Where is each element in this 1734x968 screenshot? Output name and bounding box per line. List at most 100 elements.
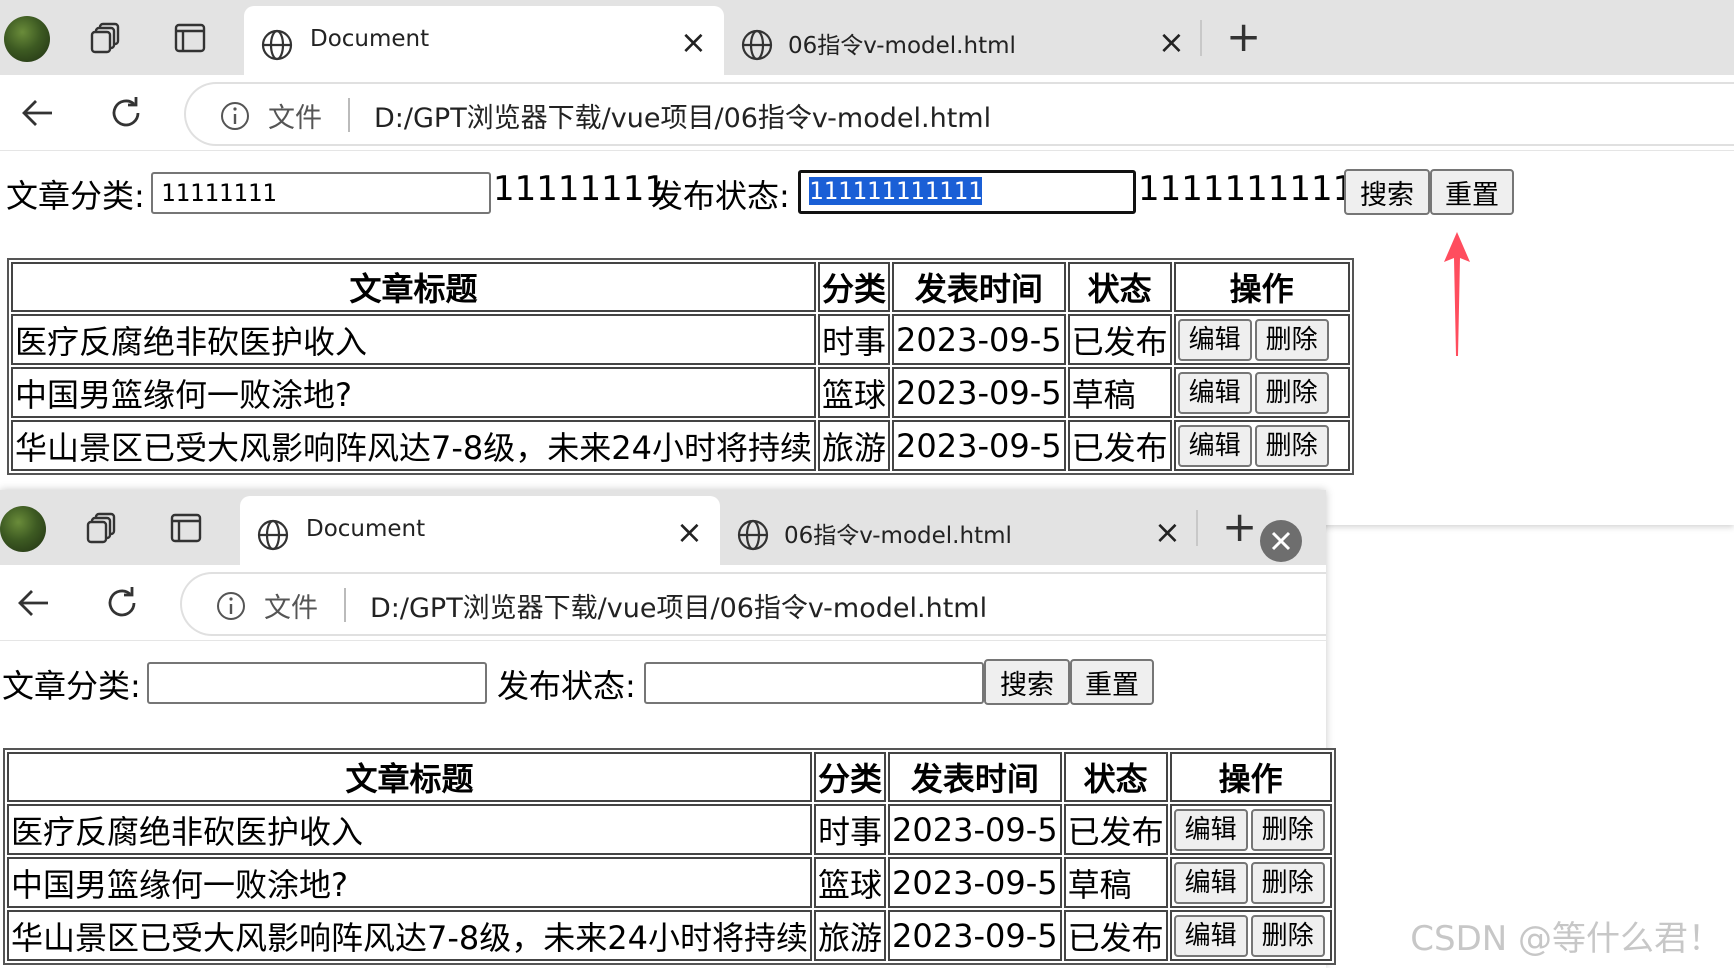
- tab-v-model[interactable]: 06指令v-model.html ×: [724, 6, 1194, 75]
- articles-table: 文章标题 分类 发表时间 状态 操作 医疗反腐绝非砍医护收入 时事 2023-0…: [3, 748, 1336, 965]
- table-header-row: 文章标题 分类 发表时间 状态 操作: [7, 752, 1332, 802]
- refresh-icon[interactable]: [106, 93, 146, 133]
- tab-title: Document: [310, 26, 430, 52]
- category-label: 文章分类:: [6, 177, 145, 215]
- status-label: 发布状态:: [651, 177, 790, 215]
- cell-status: 已发布: [1063, 910, 1168, 961]
- cell-time: 2023-09-5: [888, 804, 1062, 855]
- page-content: 文章分类: 11111111 发布状态: 111111111111 111111…: [0, 151, 1734, 525]
- file-label: 文件: [264, 593, 318, 624]
- back-arrow-icon[interactable]: [14, 583, 54, 623]
- tab-title: Document: [306, 516, 426, 542]
- edit-button[interactable]: 编辑: [1177, 319, 1252, 361]
- column-header-status: 状态: [1063, 752, 1168, 802]
- reset-button[interactable]: 重置: [1070, 659, 1154, 705]
- articles-table: 文章标题 分类 发表时间 状态 操作 医疗反腐绝非砍医护收入 时事 2023-0…: [7, 258, 1354, 475]
- address-separator: [348, 98, 350, 132]
- info-icon[interactable]: [215, 590, 247, 622]
- reset-button[interactable]: 重置: [1430, 169, 1514, 215]
- column-header-status: 状态: [1067, 262, 1172, 312]
- browser-window-bottom: Document × 06指令v-model.html × + 文件 D:/GP…: [0, 490, 1336, 968]
- cell-time: 2023-09-5: [892, 367, 1066, 418]
- vertical-tabs-icon[interactable]: [168, 510, 204, 546]
- cell-time: 2023-09-5: [888, 857, 1062, 908]
- cell-title: 医疗反腐绝非砍医护收入: [11, 314, 816, 365]
- url-text: D:/GPT浏览器下载/vue项目/06指令v-model.html: [374, 103, 992, 134]
- cell-time: 2023-09-5: [892, 420, 1066, 471]
- delete-button[interactable]: 删除: [1254, 425, 1329, 467]
- edit-button[interactable]: 编辑: [1173, 862, 1248, 904]
- globe-icon: [257, 519, 289, 551]
- status-label: 发布状态:: [497, 667, 636, 705]
- cell-category: 旅游: [814, 910, 887, 961]
- page-content: 文章分类: 发布状态: 搜索 重置 文章标题 分类 发表时间 状态 操作 医疗反…: [0, 641, 1336, 968]
- workspaces-icon[interactable]: [84, 510, 120, 546]
- column-header-actions: 操作: [1173, 262, 1350, 312]
- delete-button[interactable]: 删除: [1254, 319, 1329, 361]
- cell-title: 中国男篮缘何一败涂地?: [11, 367, 816, 418]
- address-bar[interactable]: 文件 D:/GPT浏览器下载/vue项目/06指令v-model.html: [180, 572, 1326, 636]
- column-header-title: 文章标题: [7, 752, 812, 802]
- screenshot-close-icon[interactable]: [1260, 520, 1302, 562]
- cell-title: 中国男篮缘何一败涂地?: [7, 857, 812, 908]
- column-header-category: 分类: [814, 752, 887, 802]
- vertical-tabs-icon[interactable]: [172, 20, 208, 56]
- globe-icon: [741, 29, 773, 61]
- new-tab-icon[interactable]: +: [1222, 506, 1257, 548]
- delete-button[interactable]: 删除: [1250, 915, 1325, 957]
- edit-button[interactable]: 编辑: [1177, 425, 1252, 467]
- cell-actions: 编辑 删除: [1169, 857, 1332, 908]
- status-input[interactable]: [644, 662, 984, 704]
- table-row: 华山景区已受大风影响阵风达7-8级，未来24小时将持续 旅游 2023-09-5…: [7, 910, 1332, 961]
- tab-document[interactable]: Document ×: [240, 496, 720, 565]
- table-row: 医疗反腐绝非砍医护收入 时事 2023-09-5 已发布 编辑 删除: [11, 314, 1350, 365]
- profile-avatar[interactable]: [4, 16, 50, 62]
- cell-actions: 编辑 删除: [1173, 314, 1350, 365]
- tab-title: 06指令v-model.html: [788, 33, 1016, 59]
- close-tab-icon[interactable]: ×: [1154, 514, 1181, 550]
- delete-button[interactable]: 删除: [1254, 372, 1329, 414]
- profile-avatar[interactable]: [0, 506, 46, 552]
- cell-status: 已发布: [1067, 420, 1172, 471]
- search-button[interactable]: 搜索: [984, 659, 1070, 705]
- tab-title: 06指令v-model.html: [784, 523, 1012, 549]
- tab-document[interactable]: Document ×: [244, 6, 724, 75]
- table-row: 中国男篮缘何一败涂地? 篮球 2023-09-5 草稿 编辑 删除: [7, 857, 1332, 908]
- back-arrow-icon[interactable]: [18, 93, 58, 133]
- close-tab-icon[interactable]: ×: [1158, 24, 1185, 60]
- tab-bar: Document × 06指令v-model.html × +: [0, 0, 1734, 75]
- url-text: D:/GPT浏览器下载/vue项目/06指令v-model.html: [370, 593, 988, 624]
- category-input[interactable]: [147, 662, 487, 704]
- category-mirror-text: 11111111: [493, 169, 667, 209]
- column-header-actions: 操作: [1169, 752, 1332, 802]
- tab-v-model[interactable]: 06指令v-model.html ×: [720, 496, 1190, 565]
- edit-button[interactable]: 编辑: [1173, 809, 1248, 851]
- tab-separator: [1196, 510, 1198, 546]
- cell-actions: 编辑 删除: [1173, 367, 1350, 418]
- cell-category: 时事: [814, 804, 887, 855]
- close-tab-icon[interactable]: ×: [676, 514, 703, 550]
- close-tab-icon[interactable]: ×: [680, 24, 707, 60]
- delete-button[interactable]: 删除: [1250, 862, 1325, 904]
- cell-actions: 编辑 删除: [1169, 804, 1332, 855]
- status-input[interactable]: 111111111111: [798, 170, 1136, 214]
- table-row: 医疗反腐绝非砍医护收入 时事 2023-09-5 已发布 编辑 删除: [7, 804, 1332, 855]
- nav-bar: 文件 D:/GPT浏览器下载/vue项目/06指令v-model.html: [0, 565, 1326, 641]
- edit-button[interactable]: 编辑: [1173, 915, 1248, 957]
- search-button[interactable]: 搜索: [1344, 169, 1430, 215]
- globe-icon: [737, 519, 769, 551]
- delete-button[interactable]: 删除: [1250, 809, 1325, 851]
- cell-status: 已发布: [1067, 314, 1172, 365]
- edit-button[interactable]: 编辑: [1177, 372, 1252, 414]
- watermark: CSDN @等什么君！: [1410, 919, 1722, 959]
- refresh-icon[interactable]: [102, 583, 142, 623]
- browser-window-top: Document × 06指令v-model.html × + 文件 D:/GP…: [0, 0, 1734, 525]
- address-bar[interactable]: 文件 D:/GPT浏览器下载/vue项目/06指令v-model.html: [184, 82, 1734, 146]
- workspaces-icon[interactable]: [88, 20, 124, 56]
- column-header-title: 文章标题: [11, 262, 816, 312]
- nav-bar: 文件 D:/GPT浏览器下载/vue项目/06指令v-model.html: [0, 75, 1734, 151]
- info-icon[interactable]: [219, 100, 251, 132]
- new-tab-icon[interactable]: +: [1226, 16, 1261, 58]
- category-input[interactable]: [151, 172, 491, 214]
- table-header-row: 文章标题 分类 发表时间 状态 操作: [11, 262, 1350, 312]
